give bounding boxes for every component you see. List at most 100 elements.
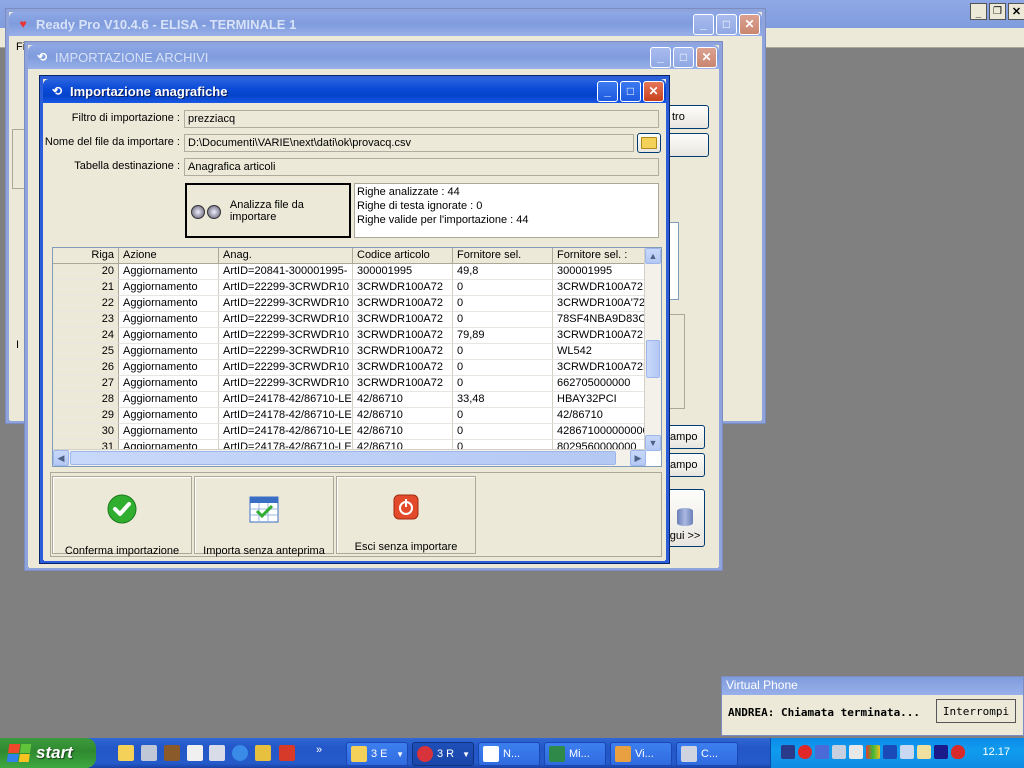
grid-cell[interactable]: ArtID=20841-300001995- bbox=[219, 264, 353, 280]
grid-cell[interactable]: 0 bbox=[453, 408, 553, 424]
books-quicklaunch-icon[interactable] bbox=[164, 745, 180, 761]
ready-pro-maximize-button[interactable]: □ bbox=[716, 13, 737, 35]
scroll-right-arrow-icon[interactable]: ▶ bbox=[630, 450, 646, 466]
grid-cell[interactable]: 0 bbox=[453, 280, 553, 296]
grid-cell[interactable]: ArtID=22299-3CRWDR10 bbox=[219, 344, 353, 360]
quicklaunch-more-icon[interactable]: » bbox=[316, 744, 322, 756]
grid-cell[interactable]: WL542 bbox=[553, 344, 646, 360]
grid-cell[interactable]: 79,89 bbox=[453, 328, 553, 344]
outer-restore-button[interactable]: ❐ bbox=[989, 3, 1006, 20]
grid-cell[interactable]: HBAY32PCI bbox=[553, 392, 646, 408]
start-button[interactable]: start bbox=[0, 738, 96, 768]
tray-colors-icon[interactable] bbox=[866, 745, 880, 759]
grid-header-fornitore-code[interactable]: Fornitore sel. : bbox=[553, 248, 646, 264]
import-without-preview-button[interactable]: Importa senza anteprima bbox=[194, 476, 334, 557]
table-row[interactable]: 22 Aggiornamento ArtID=22299-3CRWDR10 3CRWD… bbox=[53, 296, 646, 312]
tray-shield-icon[interactable] bbox=[951, 745, 965, 759]
grid-cell[interactable]: 23 bbox=[53, 312, 119, 328]
grid-cell[interactable]: 78SF4NBA9D83C bbox=[553, 312, 646, 328]
grid-cell[interactable]: 20 bbox=[53, 264, 119, 280]
grid-cell[interactable]: 42/86710 bbox=[353, 408, 453, 424]
task-n[interactable]: N... bbox=[478, 742, 540, 766]
grid-header-azione[interactable]: Azione bbox=[119, 248, 219, 264]
dialog-close-button[interactable]: ✕ bbox=[643, 80, 664, 102]
grid-cell[interactable]: 28 bbox=[53, 392, 119, 408]
ready-pro-minimize-button[interactable]: _ bbox=[693, 13, 714, 35]
grid-cell[interactable]: 30 bbox=[53, 424, 119, 440]
app-quicklaunch-icon[interactable] bbox=[279, 745, 295, 761]
browse-folder-button[interactable] bbox=[637, 133, 661, 153]
tray-mail-icon[interactable] bbox=[917, 745, 931, 759]
document-quicklaunch-icon[interactable] bbox=[209, 745, 225, 761]
tray-speaker-icon[interactable] bbox=[832, 745, 846, 759]
grid-cell[interactable]: 26 bbox=[53, 360, 119, 376]
grid-cell[interactable]: ArtID=22299-3CRWDR10 bbox=[219, 280, 353, 296]
grid-cell[interactable]: 0 bbox=[453, 296, 553, 312]
grid-cell[interactable]: 33,48 bbox=[453, 392, 553, 408]
grid-cell[interactable]: 3CRWDR100A72 bbox=[353, 376, 453, 392]
table-row[interactable]: 26 Aggiornamento ArtID=22299-3CRWDR10 3CRWD… bbox=[53, 360, 646, 376]
grid-cell[interactable]: 0 bbox=[453, 312, 553, 328]
tray-antivirus-icon[interactable] bbox=[798, 745, 812, 759]
grid-cell[interactable]: Aggiornamento bbox=[119, 312, 219, 328]
task-vi[interactable]: Vi... bbox=[610, 742, 672, 766]
archivi-maximize-button[interactable]: □ bbox=[673, 46, 694, 68]
grid-header-fornitore[interactable]: Fornitore sel. bbox=[453, 248, 553, 264]
grid-cell[interactable]: 24 bbox=[53, 328, 119, 344]
grid-cell[interactable]: ArtID=22299-3CRWDR10 bbox=[219, 296, 353, 312]
tray-sync-icon[interactable] bbox=[815, 745, 829, 759]
pen-quicklaunch-icon[interactable] bbox=[141, 745, 157, 761]
grid-cell[interactable]: 29 bbox=[53, 408, 119, 424]
grid-cell[interactable]: Aggiornamento bbox=[119, 296, 219, 312]
grid-cell[interactable]: 662705000000 bbox=[553, 376, 646, 392]
grid-vertical-thumb[interactable] bbox=[646, 340, 660, 378]
grid-cell[interactable]: ArtID=22299-3CRWDR10 bbox=[219, 360, 353, 376]
grid-cell[interactable]: 3CRWDR100A72 bbox=[353, 360, 453, 376]
grid-cell[interactable]: 0 bbox=[453, 360, 553, 376]
task-c[interactable]: C... bbox=[676, 742, 738, 766]
grid-cell[interactable]: 0 bbox=[453, 376, 553, 392]
table-row[interactable]: 25 Aggiornamento ArtID=22299-3CRWDR10 3CRWD… bbox=[53, 344, 646, 360]
grid-cell[interactable]: Aggiornamento bbox=[119, 424, 219, 440]
preview-grid[interactable]: Riga Azione Anag. Codice articolo Fornit… bbox=[52, 247, 662, 467]
analyze-file-button[interactable]: Analizza file da importare bbox=[185, 183, 351, 238]
folder-quicklaunch-icon[interactable] bbox=[118, 745, 134, 761]
tray-bluetooth-icon[interactable] bbox=[883, 745, 897, 759]
grid-vertical-scrollbar[interactable]: ▲ ▼ bbox=[644, 248, 661, 451]
file-path-field[interactable]: D:\Documenti\VARIE\next\dati\ok\provacq.… bbox=[184, 134, 634, 152]
task-explorer-group[interactable]: 3 E ▼ bbox=[346, 742, 408, 766]
archivi-close-button[interactable]: ✕ bbox=[696, 46, 717, 68]
archivi-campo-button-2[interactable]: ampo bbox=[665, 453, 705, 477]
outer-close-button[interactable]: ✕ bbox=[1008, 3, 1024, 20]
table-dest-field[interactable]: Anagrafica articoli bbox=[184, 158, 659, 176]
grid-cell[interactable]: 3CRWDR100A72F bbox=[553, 360, 646, 376]
grid-cell[interactable]: ArtID=22299-3CRWDR10 bbox=[219, 328, 353, 344]
grid-horizontal-scrollbar[interactable]: ◀ ▶ bbox=[53, 449, 646, 466]
archivi-campo-button-1[interactable]: ampo bbox=[665, 425, 705, 449]
grid-header-codice[interactable]: Codice articolo bbox=[353, 248, 453, 264]
grid-cell[interactable]: 3CRWDR100A72 bbox=[553, 280, 646, 296]
grid-header-riga[interactable]: Riga bbox=[53, 248, 119, 264]
confirm-import-button[interactable]: Conferma importazione bbox=[52, 476, 192, 557]
table-row[interactable]: 20 Aggiornamento ArtID=20841-300001995- 300… bbox=[53, 264, 646, 280]
dialog-minimize-button[interactable]: _ bbox=[597, 80, 618, 102]
grid-cell[interactable]: ArtID=22299-3CRWDR10 bbox=[219, 312, 353, 328]
grid-cell[interactable]: 3CRWDR100A72 bbox=[353, 344, 453, 360]
table-row[interactable]: 23 Aggiornamento ArtID=22299-3CRWDR10 3CRWD… bbox=[53, 312, 646, 328]
grid-horizontal-thumb[interactable] bbox=[70, 451, 616, 465]
grid-cell[interactable]: Aggiornamento bbox=[119, 280, 219, 296]
grid-cell[interactable]: 3CRWDR100A72 bbox=[353, 280, 453, 296]
tray-printer-icon[interactable] bbox=[849, 745, 863, 759]
grid-cell[interactable]: Aggiornamento bbox=[119, 408, 219, 424]
grid-cell[interactable]: 27 bbox=[53, 376, 119, 392]
grid-cell[interactable]: 42/86710 bbox=[553, 408, 646, 424]
grid-cell[interactable]: Aggiornamento bbox=[119, 328, 219, 344]
grid-cell[interactable]: 42/86710 bbox=[353, 392, 453, 408]
grid-cell[interactable]: Aggiornamento bbox=[119, 376, 219, 392]
grid-cell[interactable]: 428671000000000 bbox=[553, 424, 646, 440]
scroll-up-arrow-icon[interactable]: ▲ bbox=[645, 248, 661, 264]
grid-cell[interactable]: 3CRWDR100A72 bbox=[353, 328, 453, 344]
grid-cell[interactable]: Aggiornamento bbox=[119, 360, 219, 376]
grid-cell[interactable]: 0 bbox=[453, 344, 553, 360]
grid-cell[interactable]: 3CRWDR100A72 bbox=[353, 296, 453, 312]
